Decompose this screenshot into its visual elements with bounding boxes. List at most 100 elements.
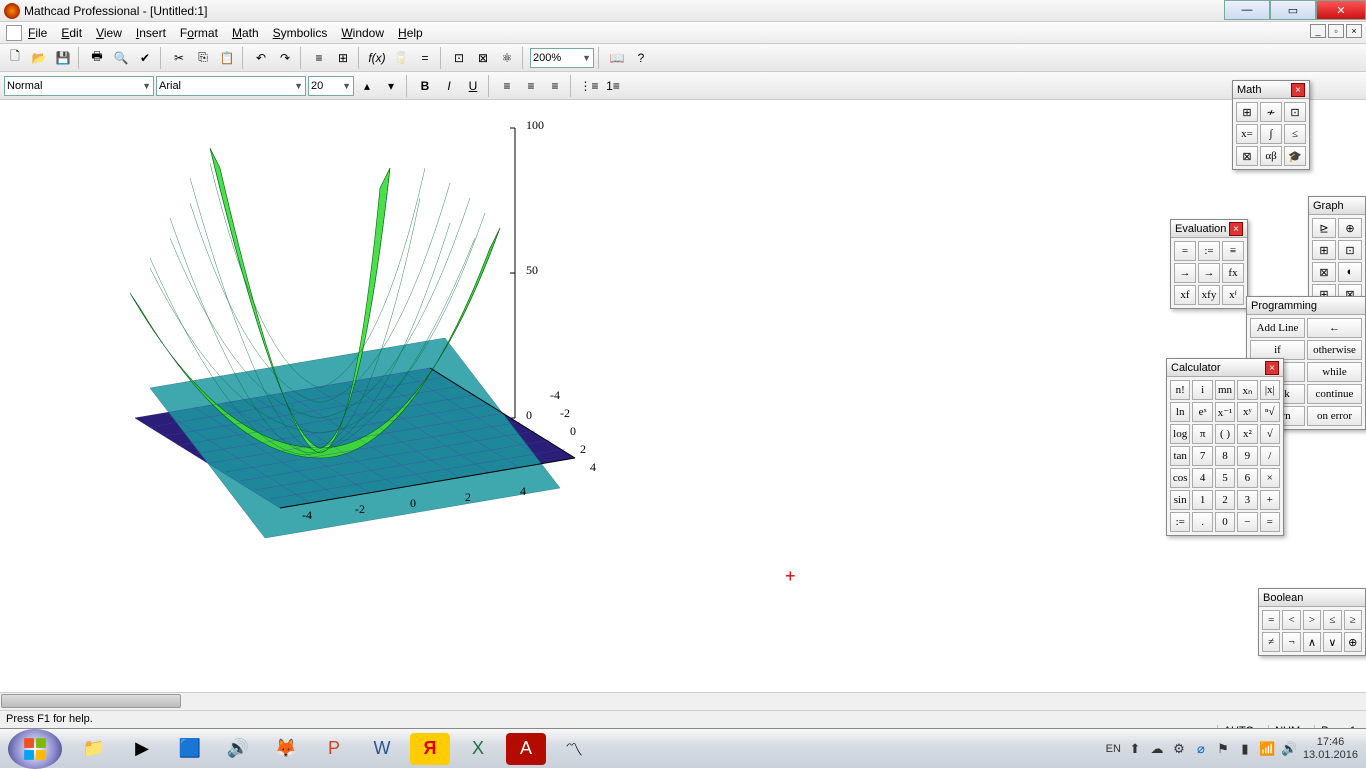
close-button[interactable]: ✕	[1316, 0, 1366, 20]
calc-button[interactable]: log	[1170, 424, 1190, 444]
palette-button[interactable]: →	[1198, 263, 1220, 283]
palette-button[interactable]: xfy	[1198, 285, 1220, 305]
palette-button[interactable]: ◐	[1338, 262, 1362, 282]
math-palette[interactable]: Math× ⊞≁⊡x=∫≤⊠αβ🎓	[1232, 80, 1310, 170]
menu-insert[interactable]: Insert	[136, 26, 166, 40]
horizontal-scrollbar[interactable]	[0, 692, 1366, 710]
comp3-icon[interactable]: ⚛	[496, 47, 518, 69]
calc-button[interactable]: 2	[1215, 490, 1235, 510]
tray-icon[interactable]: ☁	[1149, 741, 1165, 757]
palette-button[interactable]: while	[1307, 362, 1362, 382]
menu-file[interactable]: File	[28, 26, 47, 40]
palette-button[interactable]: <	[1282, 610, 1300, 630]
preview-icon[interactable]: 🔍	[110, 47, 132, 69]
calc-button[interactable]: =	[1260, 512, 1280, 532]
align-icon[interactable]: ≡	[308, 47, 330, 69]
calc-button[interactable]: 3	[1237, 490, 1257, 510]
align2-icon[interactable]: ⊞	[332, 47, 354, 69]
calc-button[interactable]: −	[1237, 512, 1257, 532]
palette-button[interactable]: ⊡	[1338, 240, 1362, 260]
menu-math[interactable]: Math	[232, 26, 259, 40]
wifi-icon[interactable]: 📶	[1259, 741, 1275, 757]
palette-button[interactable]: ∫	[1260, 124, 1282, 144]
mdi-min[interactable]: _	[1310, 24, 1326, 38]
palette-button[interactable]: otherwise	[1307, 340, 1362, 360]
italic-icon[interactable]: I	[438, 75, 460, 97]
bullets-icon[interactable]: ⋮≡	[578, 75, 600, 97]
palette-button[interactable]: ≤	[1323, 610, 1341, 630]
calc-button[interactable]: cos	[1170, 468, 1190, 488]
battery-icon[interactable]: ▮	[1237, 741, 1253, 757]
calc-button[interactable]: x²	[1237, 424, 1257, 444]
calc-button[interactable]: +	[1260, 490, 1280, 510]
zoom-combo[interactable]: 200%▼	[530, 48, 594, 68]
calc-button[interactable]: √	[1260, 424, 1280, 444]
calc-button[interactable]: sin	[1170, 490, 1190, 510]
doc-icon[interactable]	[6, 25, 22, 41]
mdi-max[interactable]: ▫	[1328, 24, 1344, 38]
calc-button[interactable]: 9	[1237, 446, 1257, 466]
palette-button[interactable]: ≥	[1344, 610, 1362, 630]
lang-indicator[interactable]: EN	[1106, 743, 1121, 755]
calc-button[interactable]: 1	[1192, 490, 1212, 510]
palette-button[interactable]: ¬	[1282, 632, 1300, 652]
calc-button[interactable]: :=	[1170, 512, 1190, 532]
calc-button[interactable]: eˣ	[1192, 402, 1212, 422]
palette-button[interactable]: ≁	[1260, 102, 1282, 122]
calc-button[interactable]: i	[1192, 380, 1212, 400]
palette-button[interactable]: continue	[1307, 384, 1362, 404]
fx-icon[interactable]: f(x)	[366, 47, 388, 69]
palette-button[interactable]: ⊞	[1236, 102, 1258, 122]
close-icon[interactable]: ×	[1265, 361, 1279, 375]
menu-format[interactable]: Format	[180, 26, 218, 40]
palette-button[interactable]: 🎓	[1284, 146, 1306, 166]
comp2-icon[interactable]: ⊠	[472, 47, 494, 69]
mdi-close[interactable]: ×	[1346, 24, 1362, 38]
menu-view[interactable]: View	[96, 26, 122, 40]
palette-button[interactable]: ∨	[1323, 632, 1341, 652]
calc-button[interactable]: xʸ	[1237, 402, 1257, 422]
calc-button[interactable]: 4	[1192, 468, 1212, 488]
palette-button[interactable]: Add Line	[1250, 318, 1305, 338]
save-icon[interactable]: 💾	[52, 47, 74, 69]
cut-icon[interactable]: ✂	[168, 47, 190, 69]
sizedn-icon[interactable]: ▾	[380, 75, 402, 97]
alignc-icon[interactable]: ≡	[520, 75, 542, 97]
open-icon[interactable]: 📂	[28, 47, 50, 69]
adobe-icon[interactable]: A	[506, 733, 546, 765]
menu-edit[interactable]: Edit	[61, 26, 82, 40]
tray-icon[interactable]: ⬆	[1127, 741, 1143, 757]
palette-button[interactable]: if	[1250, 340, 1305, 360]
document-area[interactable]: 100 50 0 -4 -2 0 2 4 -4 -2 0 2 4 z,x1,x2…	[0, 100, 1366, 710]
boolean-palette[interactable]: Boolean =<>≤≥≠¬∧∨⊕	[1258, 588, 1366, 656]
palette-button[interactable]: ⊡	[1284, 102, 1306, 122]
firefox-icon[interactable]: 🦊	[266, 733, 306, 765]
palette-button[interactable]: ∧	[1303, 632, 1321, 652]
redo-icon[interactable]: ↷	[274, 47, 296, 69]
spell-icon[interactable]: ✔	[134, 47, 156, 69]
calc-button[interactable]: tan	[1170, 446, 1190, 466]
print-icon[interactable]: 🖶	[86, 47, 108, 69]
sizeup-icon[interactable]: ▴	[356, 75, 378, 97]
alignr-icon[interactable]: ≡	[544, 75, 566, 97]
palette-button[interactable]: ≤	[1284, 124, 1306, 144]
palette-button[interactable]: ←	[1307, 318, 1362, 338]
flag-icon[interactable]: ⚑	[1215, 741, 1231, 757]
unit-icon[interactable]: 🥛	[390, 47, 412, 69]
calc-button[interactable]: ×	[1260, 468, 1280, 488]
palette-button[interactable]: ⊠	[1312, 262, 1336, 282]
calc-button[interactable]: ln	[1170, 402, 1190, 422]
q-icon[interactable]: ?	[630, 47, 652, 69]
powerpoint-icon[interactable]: P	[314, 733, 354, 765]
new-icon[interactable]: 🗋	[4, 47, 26, 69]
calc-button[interactable]: π	[1192, 424, 1212, 444]
palette-button[interactable]: xf	[1174, 285, 1196, 305]
excel-icon[interactable]: X	[458, 733, 498, 765]
tray-icon[interactable]: ⚙	[1171, 741, 1187, 757]
calc-button[interactable]: n!	[1170, 380, 1190, 400]
calc-button[interactable]: 8	[1215, 446, 1235, 466]
style-combo[interactable]: Normal▼	[4, 76, 154, 96]
font-combo[interactable]: Arial▼	[156, 76, 306, 96]
palette-button[interactable]: ⊞	[1312, 240, 1336, 260]
mediaplayer-icon[interactable]: ▶	[122, 733, 162, 765]
